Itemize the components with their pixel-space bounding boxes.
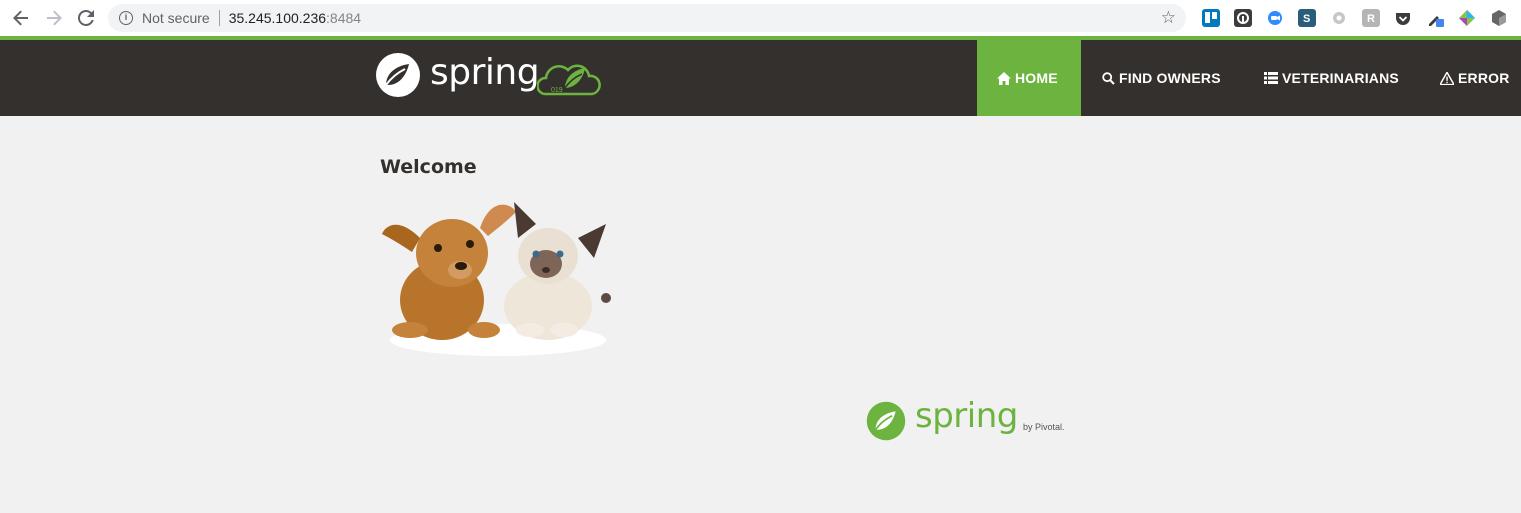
lastpass-extension-icon[interactable] (1234, 9, 1252, 27)
back-button[interactable] (9, 6, 33, 30)
nav-home-label: Home (1015, 70, 1058, 86)
page-title: Welcome (380, 156, 477, 178)
navbar: spring 019 Home Find owners Veterinarian… (0, 40, 1521, 116)
nav-veterinarians[interactable]: Veterinarians (1244, 40, 1419, 116)
list-icon (1264, 71, 1278, 85)
forward-arrow-icon (47, 10, 62, 26)
cloud-leaf-icon: 019 (537, 64, 601, 96)
nav-error[interactable]: Error (1420, 40, 1521, 116)
footer-wordmark: spring (915, 396, 1018, 436)
home-icon (997, 71, 1011, 85)
footer-logo: spring by Pivotal. (865, 396, 1065, 444)
pets-image (382, 202, 611, 356)
zoom-extension-icon[interactable] (1266, 9, 1284, 27)
eyedropper-extension-icon[interactable] (1426, 9, 1444, 27)
address-separator (218, 10, 220, 26)
nav-veterinarians-label: Veterinarians (1282, 70, 1399, 86)
trello-extension-icon[interactable] (1202, 9, 1220, 27)
gear-extension-icon[interactable] (1330, 9, 1348, 27)
back-arrow-icon (13, 10, 28, 26)
colorful-extension-icon[interactable] (1458, 9, 1476, 27)
spring-leaf-icon (376, 53, 420, 97)
nav-find-owners[interactable]: Find owners (1081, 40, 1241, 116)
info-icon[interactable]: i (119, 11, 133, 25)
screencast-extension-icon[interactable]: S (1298, 9, 1316, 27)
address-bar[interactable]: i Not secure 35.245.100.236:8484 ☆ (108, 4, 1186, 32)
security-label: Not secure (142, 10, 210, 26)
search-icon (1101, 71, 1115, 85)
nav-home[interactable]: Home (977, 40, 1081, 116)
nav-error-label: Error (1458, 70, 1510, 86)
r-extension-icon[interactable]: R (1362, 9, 1380, 27)
brand-badge: 019 (551, 87, 563, 94)
forward-button[interactable] (42, 6, 66, 30)
warning-icon (1440, 71, 1454, 85)
url-port: :8484 (326, 10, 362, 26)
nav-find-owners-label: Find owners (1119, 70, 1221, 86)
browser-toolbar: i Not secure 35.245.100.236:8484 ☆ S R (0, 0, 1521, 36)
svg-text:R: R (1367, 13, 1375, 25)
footer-byline: by Pivotal. (1023, 422, 1065, 432)
spring-leaf-icon (866, 401, 906, 441)
reload-icon (78, 10, 94, 26)
cube-extension-icon[interactable] (1490, 9, 1508, 27)
pocket-extension-icon[interactable] (1394, 9, 1412, 27)
svg-text:S: S (1303, 13, 1310, 25)
bookmark-star-icon[interactable]: ☆ (1161, 8, 1176, 28)
reload-button[interactable] (74, 6, 98, 30)
brand-wordmark: spring (430, 52, 540, 93)
brand-logo[interactable]: spring 019 (374, 50, 604, 100)
url-host: 35.245.100.236 (228, 10, 327, 26)
